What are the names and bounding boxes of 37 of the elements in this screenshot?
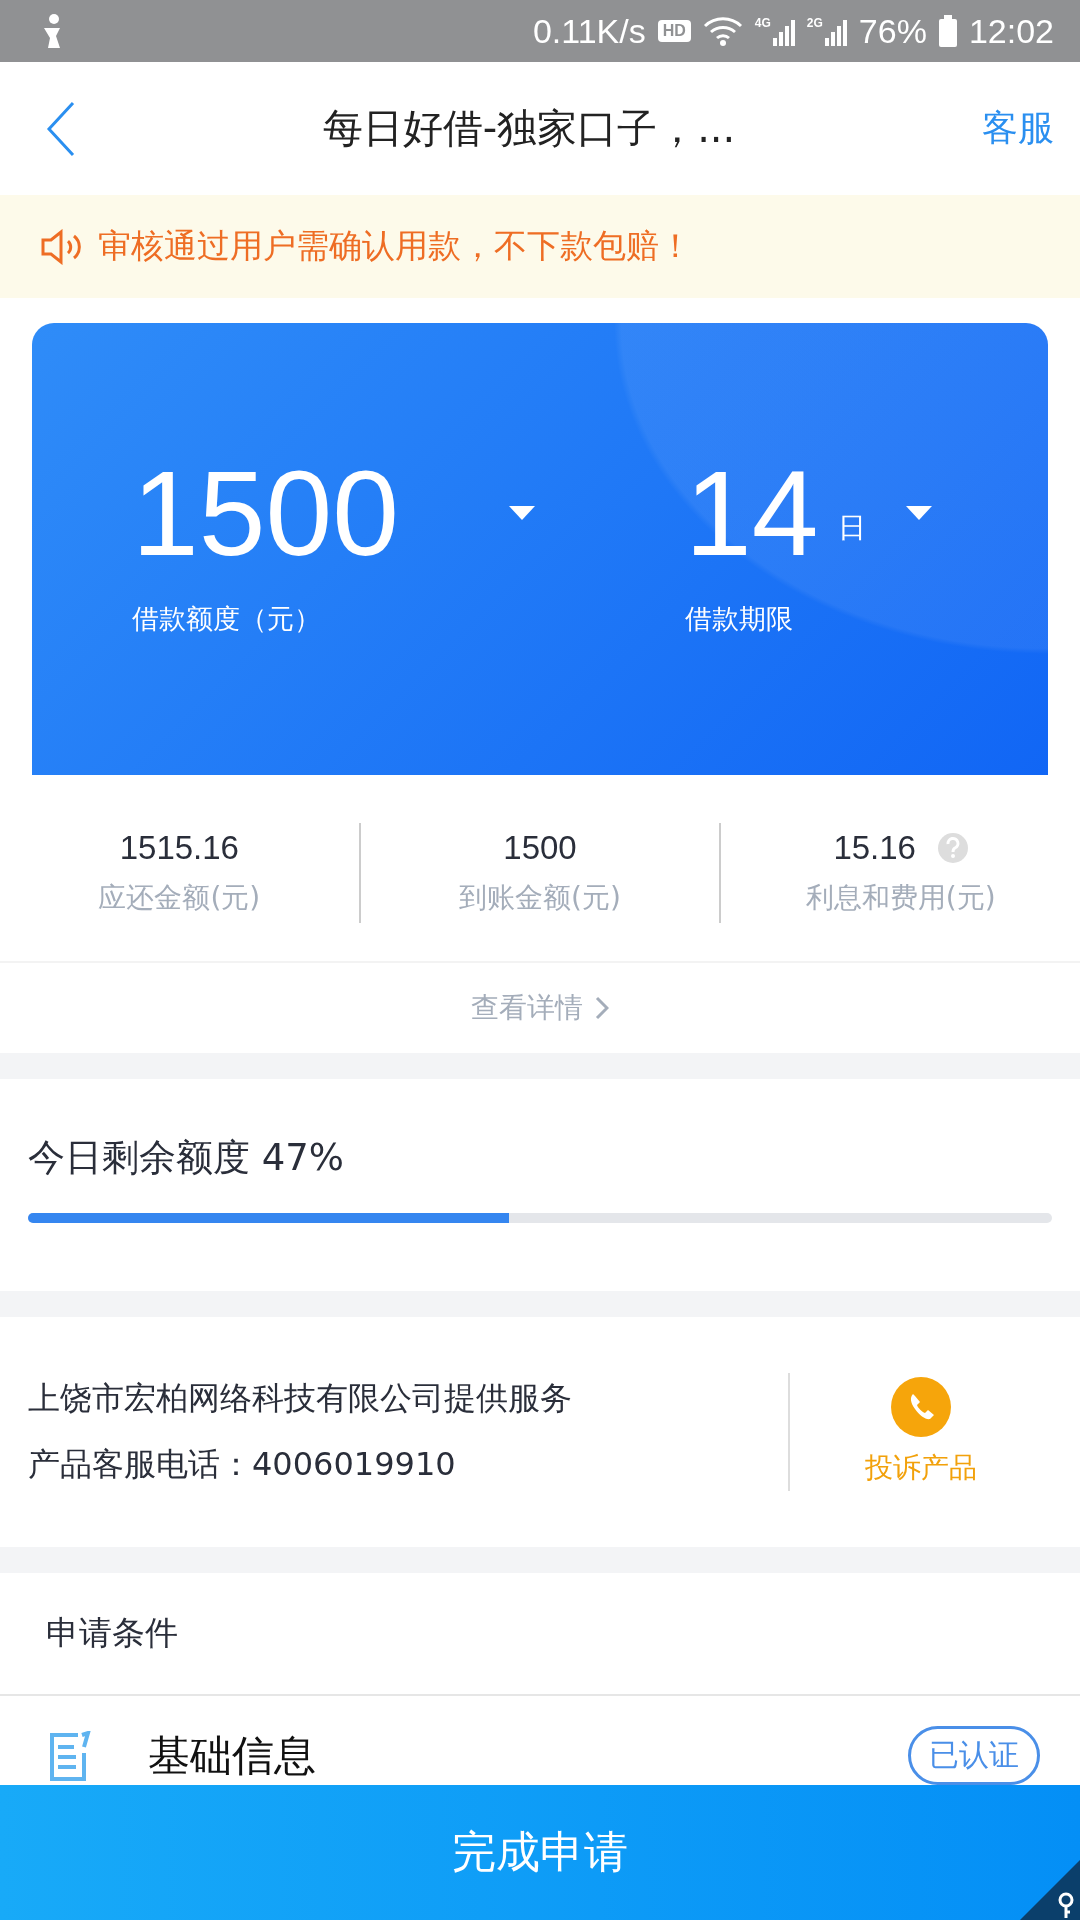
back-icon[interactable]	[46, 100, 76, 157]
key-icon[interactable]	[1020, 1860, 1080, 1920]
signal-indicator: 2G	[806, 16, 847, 46]
network-speed: 0.11K/s	[532, 11, 646, 51]
condition-name: 基础信息	[148, 1729, 317, 1782]
hd-badge: HD	[657, 20, 691, 42]
speaker-icon	[40, 228, 84, 265]
loan-amount: 1500	[132, 453, 399, 573]
dropdown-icon[interactable]	[508, 506, 535, 520]
loan-term: 14	[684, 453, 819, 573]
quota-label: 今日剩余额度 47%	[28, 1135, 345, 1181]
wifi-icon	[702, 16, 743, 46]
notice-text: 审核通过用户需确认用款，不下款包赔！	[98, 225, 692, 267]
stat-value: 1500	[503, 829, 577, 867]
section-title: 申请条件	[0, 1573, 1080, 1696]
stat-label: 应还金额(元)	[98, 880, 261, 916]
clock: 12:02	[968, 11, 1054, 51]
chevron-icon	[595, 996, 609, 1020]
battery-icon	[938, 15, 957, 47]
page-title: 每日好借-独家口子，...	[321, 104, 737, 153]
term-label: 借款期限	[684, 602, 794, 636]
battery-level: 76%	[858, 11, 927, 51]
phone-icon	[891, 1377, 951, 1437]
dropdown-icon[interactable]	[906, 506, 933, 520]
stat-label: 到账金额(元)	[459, 880, 621, 916]
term-unit: 日	[838, 510, 867, 546]
stat-value: 15.16	[833, 829, 916, 867]
complaint-button[interactable]: 投诉产品	[790, 1377, 1052, 1487]
service-phone: 产品客服电话：4006019910	[28, 1444, 457, 1485]
form-icon	[48, 1730, 92, 1781]
provider-text: 上饶市宏柏网络科技有限公司提供服务	[28, 1378, 573, 1419]
submit-button[interactable]: 完成申请	[0, 1785, 1080, 1920]
amount-label: 借款额度（元）	[132, 602, 322, 636]
stat-label: 利息和费用(元)	[805, 880, 996, 916]
signal-indicator: 4G	[754, 16, 795, 46]
customer-service-link[interactable]: 客服	[982, 104, 1054, 153]
stat-value: 1515.16	[119, 829, 239, 867]
